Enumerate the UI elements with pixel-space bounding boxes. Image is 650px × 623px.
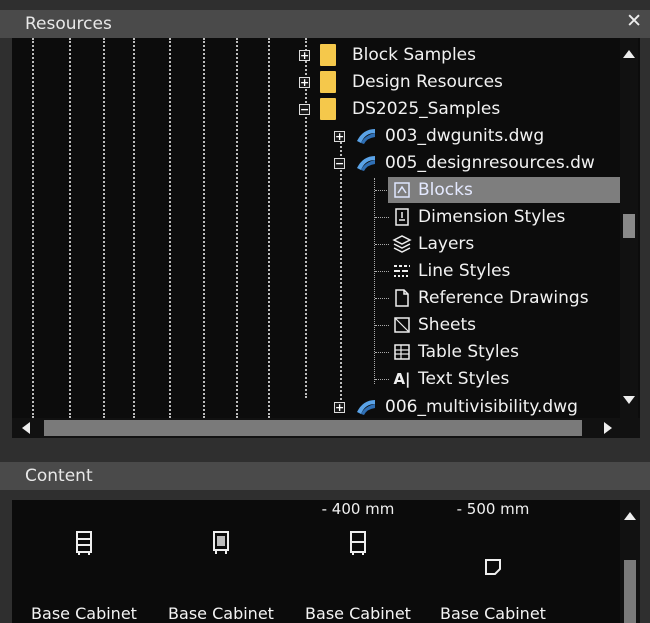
dwg-file-icon: [357, 129, 375, 144]
resources-panel-header: Resources ✕: [0, 10, 650, 38]
tree-item-label: DS2025_Samples: [352, 99, 501, 119]
tree-item-label: Table Styles: [418, 342, 519, 362]
dwg-file-icon: [357, 156, 375, 171]
tree-connector: [375, 244, 389, 245]
scrollbar-thumb[interactable]: [624, 560, 636, 623]
tree-item-blocks[interactable]: Blocks: [388, 177, 628, 203]
scrollbar-thumb[interactable]: [623, 214, 635, 238]
folder-icon: [320, 98, 336, 120]
scrollbar-thumb[interactable]: [44, 420, 582, 436]
content-item-caption: - 400 mm: [321, 500, 395, 518]
tree-horizontal-scrollbar[interactable]: [12, 418, 640, 438]
tree-item-label: Reference Drawings: [418, 288, 589, 308]
text-styles-icon: A|: [393, 370, 411, 388]
tree-item-label: Design Resources: [352, 72, 503, 92]
content-item[interactable]: Base Cabinet: [18, 500, 150, 623]
expand-icon[interactable]: +: [299, 49, 310, 61]
content-item-label: Base Cabinet: [31, 604, 137, 623]
tree-item-label: 005_designresources.dw: [385, 153, 595, 173]
tree-item-label: Text Styles: [418, 369, 510, 389]
scroll-down-icon[interactable]: [623, 396, 635, 404]
reference-drawings-icon: [395, 289, 409, 307]
tree-item-label: 003_dwgunits.dwg: [385, 126, 545, 146]
scroll-left-icon[interactable]: [22, 422, 30, 434]
content-item[interactable]: Base Cabinet: [155, 500, 287, 623]
tree-vertical-scrollbar[interactable]: [620, 38, 638, 418]
tree-item-005-designresources[interactable]: − 005_designresources.dw: [334, 150, 595, 176]
dimension-styles-icon: [395, 208, 409, 226]
tree-guide-line: [69, 38, 71, 418]
tree-item-label: Line Styles: [418, 261, 511, 281]
tree-connector: [375, 190, 389, 191]
folder-icon: [320, 44, 336, 66]
collapse-icon[interactable]: −: [299, 103, 310, 115]
tree-connector: [375, 217, 389, 218]
tree-item-label: Sheets: [418, 315, 477, 335]
tree-item-label: Dimension Styles: [418, 207, 566, 227]
tree-item-block-samples[interactable]: + Block Samples: [299, 42, 476, 68]
scroll-up-icon[interactable]: [623, 50, 635, 58]
content-item-caption: - 500 mm: [456, 500, 530, 518]
collapse-icon[interactable]: −: [334, 157, 345, 169]
content-grid[interactable]: Base Cabinet Base Cabinet - 400 mm Base …: [12, 500, 640, 623]
resources-tree[interactable]: + Block Samples + Design Resources − DS2…: [12, 38, 640, 418]
content-item[interactable]: - 500 mm Base Cabinet: [427, 500, 559, 623]
tree-item-text-styles[interactable]: A| Text Styles: [392, 366, 509, 392]
content-panel-header: Content: [0, 462, 650, 490]
tree-connector: [375, 271, 389, 272]
base-cabinet-icon: [485, 559, 501, 575]
table-styles-icon: [394, 344, 410, 360]
tree-guide-line: [236, 38, 238, 418]
tree-item-003-dwgunits[interactable]: + 003_dwgunits.dwg: [334, 123, 544, 149]
sheets-icon: [394, 317, 410, 333]
blocks-icon: [394, 182, 410, 198]
tree-guide-line: [374, 178, 375, 384]
tree-item-reference-drawings[interactable]: Reference Drawings: [392, 285, 589, 311]
tree-connector: [375, 325, 389, 326]
tree-connector: [375, 298, 389, 299]
content-vertical-scrollbar[interactable]: [620, 500, 640, 623]
content-item-label: Base Cabinet: [440, 604, 546, 623]
content-item[interactable]: - 400 mm Base Cabinet: [292, 500, 424, 623]
scroll-up-icon[interactable]: [624, 512, 636, 520]
tree-guide-line: [133, 38, 135, 418]
tree-connector: [375, 352, 389, 353]
tree-guide-line: [169, 38, 171, 418]
tree-item-label: Block Samples: [352, 45, 476, 65]
dwg-file-icon: [357, 400, 375, 415]
line-styles-icon: [394, 265, 410, 277]
close-icon[interactable]: ✕: [626, 10, 642, 32]
tree-item-layers[interactable]: Layers: [392, 231, 474, 257]
tree-guide-line: [32, 38, 34, 418]
tree-item-line-styles[interactable]: Line Styles: [392, 258, 510, 284]
expand-icon[interactable]: +: [334, 130, 345, 142]
tree-guide-line: [268, 38, 270, 418]
tree-item-ds2025-samples[interactable]: − DS2025_Samples: [299, 96, 500, 122]
expand-icon[interactable]: +: [299, 76, 310, 88]
base-cabinet-icon: [213, 531, 229, 554]
content-item-label: Base Cabinet: [305, 604, 411, 623]
content-item-label: Base Cabinet: [168, 604, 274, 623]
tree-item-sheets[interactable]: Sheets: [392, 312, 476, 338]
tree-guide-line: [203, 38, 205, 418]
tree-item-006-multivisibility[interactable]: + 006_multivisibility.dwg: [334, 394, 578, 418]
tree-item-design-resources[interactable]: + Design Resources: [299, 69, 503, 95]
scroll-right-icon[interactable]: [604, 422, 612, 434]
tree-guide-line: [103, 38, 105, 418]
folder-icon: [320, 71, 336, 93]
layers-icon: [392, 235, 412, 253]
resources-panel-title: Resources: [25, 14, 112, 34]
tree-item-label: Layers: [418, 234, 475, 254]
base-cabinet-icon: [350, 531, 366, 555]
base-cabinet-icon: [76, 531, 92, 555]
tree-item-label: Blocks: [418, 180, 473, 200]
tree-item-table-styles[interactable]: Table Styles: [392, 339, 519, 365]
expand-icon[interactable]: +: [334, 401, 345, 413]
tree-item-label: 006_multivisibility.dwg: [385, 397, 578, 417]
tree-connector: [375, 379, 389, 380]
tree-item-dimension-styles[interactable]: Dimension Styles: [392, 204, 565, 230]
content-panel-title: Content: [25, 466, 93, 486]
